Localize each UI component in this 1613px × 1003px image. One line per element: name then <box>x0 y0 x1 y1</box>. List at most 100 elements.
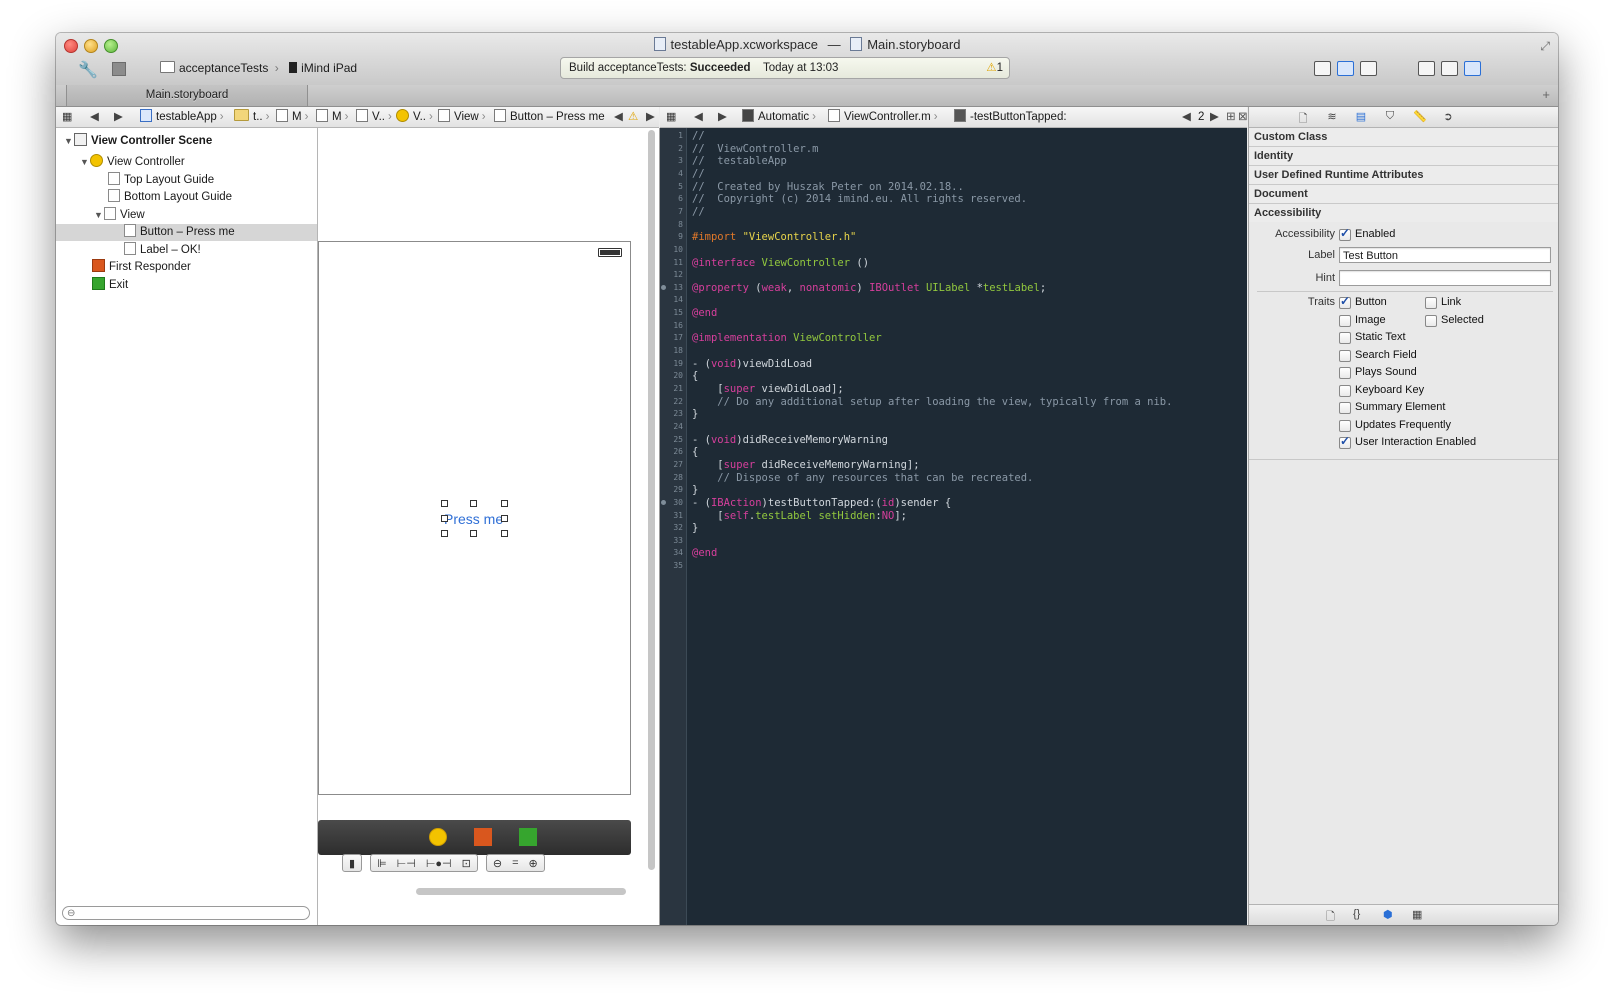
zoom-actual-icon[interactable]: = <box>512 857 518 869</box>
quick-help-icon[interactable]: ≋ <box>1326 110 1338 123</box>
align-icon[interactable]: ⊫ <box>377 857 387 870</box>
outline-row-top-layout-guide[interactable]: Top Layout Guide <box>56 172 317 189</box>
trait-search-field-checkbox[interactable] <box>1339 350 1351 362</box>
canvas-horizontal-scrollbar[interactable] <box>416 888 626 895</box>
file-template-library-icon[interactable]: 🗋 <box>1326 908 1335 925</box>
outline-row-bottom-layout-guide[interactable]: Bottom Layout Guide <box>56 189 317 206</box>
previous-issue-icon[interactable]: ◀ <box>614 107 623 127</box>
jump-item-storyboard[interactable]: M › <box>276 107 311 127</box>
version-editor-icon[interactable] <box>1360 61 1377 76</box>
code-snippet-library-icon[interactable]: {} <box>1353 908 1360 920</box>
size-inspector-icon[interactable]: 📏 <box>1413 110 1427 123</box>
trait-keyboard-key-checkbox[interactable] <box>1339 385 1351 397</box>
canvas-vertical-scrollbar[interactable] <box>648 130 655 870</box>
resize-handle[interactable] <box>441 500 448 507</box>
jump-item-view-controller[interactable]: V.. › <box>396 107 436 127</box>
accessibility-label-input[interactable]: Test Button <box>1339 247 1551 263</box>
fullscreen-icon[interactable]: ⤢ <box>1540 39 1550 54</box>
trait-image-checkbox[interactable] <box>1339 315 1351 327</box>
jump-item-button[interactable]: Button – Press me <box>494 107 605 127</box>
standard-editor-icon[interactable] <box>1314 61 1331 76</box>
zoom-in-icon[interactable]: ⊕ <box>529 857 538 870</box>
jump-item-folder[interactable]: t.. › <box>234 107 272 127</box>
dock-exit-icon[interactable] <box>519 828 537 846</box>
warning-indicator[interactable]: ⚠1 <box>986 58 1003 78</box>
navigator-toggle-icon[interactable] <box>1418 61 1435 76</box>
resolve-issues-icon[interactable]: ⊢●⊣ <box>426 857 452 870</box>
document-section[interactable]: Document <box>1249 185 1558 204</box>
forward-arrow-icon[interactable]: ▶ <box>114 107 123 127</box>
outline-row-button[interactable]: Button – Press me <box>56 224 317 241</box>
accessibility-hint-input[interactable] <box>1339 270 1551 286</box>
add-tab-icon[interactable]: + <box>1542 87 1550 102</box>
attributes-inspector-icon[interactable]: ⛉ <box>1384 110 1396 123</box>
connection-indicator-icon[interactable] <box>661 284 666 290</box>
storyboard-canvas[interactable]: Press me ▮ ⊫ ⊢⊣ ⊢●⊣ ⊡ ⊖ = ⊕ <box>318 128 660 925</box>
media-library-icon[interactable]: ▦ <box>1412 908 1422 921</box>
assistant-forward-arrow-icon[interactable]: ▶ <box>718 107 727 127</box>
connection-indicator-icon[interactable] <box>661 499 666 505</box>
disclosure-triangle-icon[interactable]: ▼ <box>64 133 74 150</box>
utilities-toggle-icon[interactable] <box>1464 61 1481 76</box>
dock-first-responder-icon[interactable] <box>474 828 492 846</box>
next-issue-icon[interactable]: ▶ <box>646 107 655 127</box>
assistant-file-selector[interactable]: ViewController.m › <box>828 107 941 127</box>
outline-row-exit[interactable]: Exit <box>56 277 317 294</box>
issue-warning-icon[interactable]: ⚠ <box>628 107 638 127</box>
stop-button[interactable] <box>112 62 126 76</box>
add-assistant-editor-icon[interactable]: ⊞ <box>1226 107 1236 127</box>
debug-area-toggle-icon[interactable] <box>1441 61 1458 76</box>
resizing-icon[interactable]: ⊡ <box>462 857 471 870</box>
resize-handle[interactable] <box>501 530 508 537</box>
identity-inspector-icon[interactable]: ▤ <box>1355 110 1367 123</box>
resize-handle[interactable] <box>441 515 448 522</box>
press-me-button[interactable]: Press me <box>444 511 506 527</box>
view-controller-scene-view[interactable]: Press me <box>318 241 631 795</box>
identity-section[interactable]: Identity <box>1249 147 1558 166</box>
jump-item-view[interactable]: View › <box>438 107 489 127</box>
assistant-mode-selector[interactable]: Automatic › <box>742 107 819 127</box>
resize-handle[interactable] <box>470 500 477 507</box>
assistant-next-counterpart-icon[interactable]: ▶ <box>1210 107 1219 127</box>
accessibility-enabled-checkbox[interactable] <box>1339 226 1351 241</box>
assistant-prev-counterpart-icon[interactable]: ◀ <box>1182 107 1191 127</box>
trait-link-checkbox[interactable] <box>1425 297 1437 309</box>
assistant-method-selector[interactable]: -testButtonTapped: <box>954 107 1067 127</box>
back-arrow-icon[interactable]: ◀ <box>90 107 99 127</box>
trait-static-text-checkbox[interactable] <box>1339 332 1351 344</box>
user-defined-attributes-section[interactable]: User Defined Runtime Attributes <box>1249 166 1558 185</box>
trait-plays-sound-checkbox[interactable] <box>1339 367 1351 379</box>
jump-item-storyboard-base[interactable]: M › <box>316 107 351 127</box>
jump-item-project[interactable]: testableApp › <box>140 107 227 127</box>
file-inspector-icon[interactable]: 🗋 <box>1297 110 1309 125</box>
trait-updates-frequently-checkbox[interactable] <box>1339 420 1351 432</box>
outline-row-view-controller[interactable]: ▼ View Controller <box>56 154 317 171</box>
assistant-code-editor[interactable]: 1 2 3 4 5 6 7 8 9 10 11 12 13 14 15 16 17 18 19 20 21 22 23 24 2… <box>660 128 1247 925</box>
trait-selected-checkbox[interactable] <box>1425 315 1437 327</box>
resize-handle[interactable] <box>441 530 448 537</box>
related-items-icon[interactable]: ▦ <box>62 107 72 127</box>
resize-handle[interactable] <box>470 530 477 537</box>
accessibility-section[interactable]: Accessibility <box>1249 204 1558 222</box>
trait-user-interaction-checkbox[interactable] <box>1339 434 1351 449</box>
resize-handle[interactable] <box>501 515 508 522</box>
scheme-selector[interactable]: acceptanceTests › iMind iPad <box>160 61 357 75</box>
disclosure-triangle-icon[interactable]: ▼ <box>80 154 90 171</box>
outline-row-view[interactable]: ▼ View <box>56 207 317 224</box>
assistant-related-items-icon[interactable]: ▦ <box>666 107 676 127</box>
assistant-back-arrow-icon[interactable]: ◀ <box>694 107 703 127</box>
pin-icon[interactable]: ⊢⊣ <box>397 857 416 870</box>
line-number-gutter[interactable]: 1 2 3 4 5 6 7 8 9 10 11 12 13 14 15 16 17 18 19 20 21 22 23 24 2… <box>660 128 687 925</box>
connections-inspector-icon[interactable]: ➲ <box>1442 110 1454 123</box>
close-assistant-editor-icon[interactable]: ⊠ <box>1238 107 1247 127</box>
dock-view-controller-icon[interactable] <box>429 828 447 846</box>
tab-main-storyboard[interactable]: Main.storyboard <box>66 85 308 106</box>
outline-row-label[interactable]: Label – OK! <box>56 242 317 259</box>
outline-row-first-responder[interactable]: First Responder <box>56 259 317 276</box>
outline-filter-field[interactable]: ⊖ <box>62 906 310 920</box>
trait-summary-element-checkbox[interactable] <box>1339 402 1351 414</box>
form-factor-icon[interactable]: ▮ <box>349 857 355 870</box>
custom-class-section[interactable]: Custom Class <box>1249 128 1558 147</box>
outline-row-scene[interactable]: ▼ View Controller Scene <box>56 133 317 150</box>
jump-item-scene[interactable]: V.. › <box>356 107 395 127</box>
